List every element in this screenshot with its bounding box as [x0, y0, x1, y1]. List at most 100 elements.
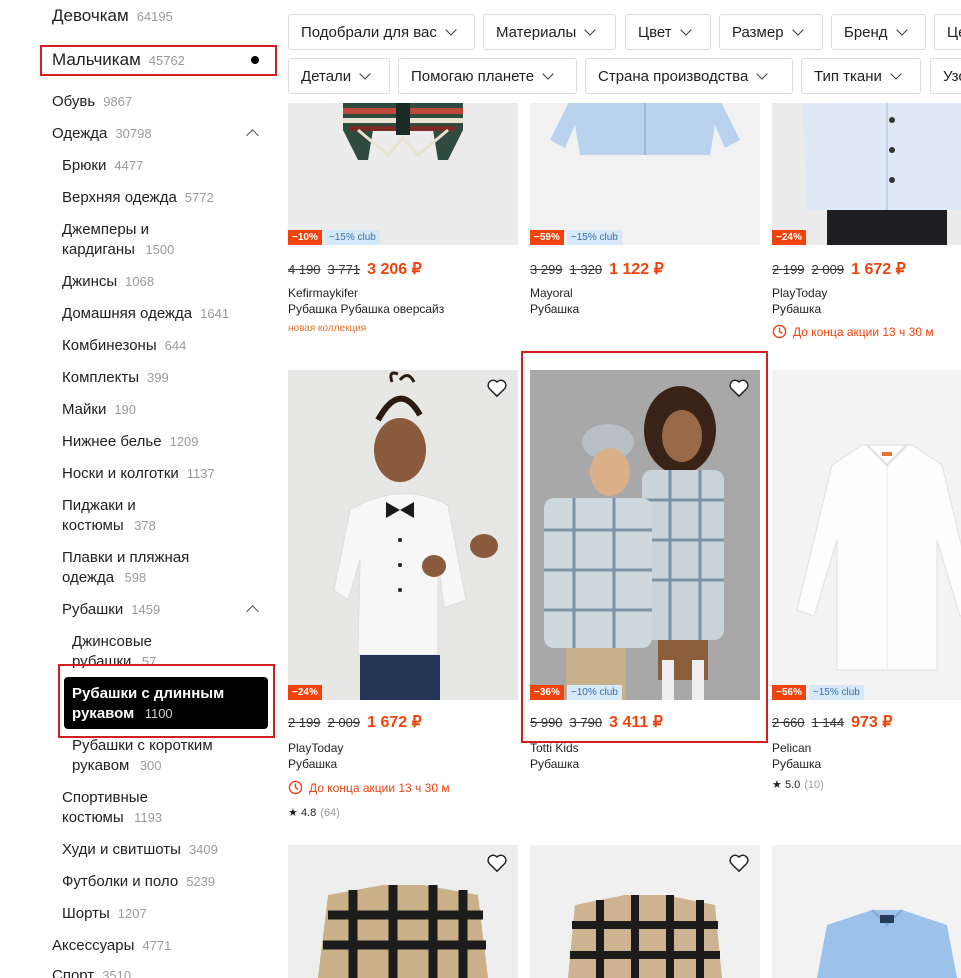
new-collection-label: новая коллекция	[288, 323, 367, 334]
category-underwear[interactable]: Нижнее белье 1209	[62, 433, 198, 450]
product-brand[interactable]: Pelican	[772, 741, 811, 755]
product-brand[interactable]: Mayoral	[530, 286, 573, 300]
category-sets[interactable]: Комплекты 399	[62, 369, 169, 386]
category-shoes[interactable]: Обувь 9867	[52, 93, 132, 110]
chevron-down-icon	[359, 68, 371, 80]
category-sport-suits[interactable]: Спортивные костюмы 1193	[62, 788, 182, 828]
heart-icon[interactable]	[486, 853, 508, 873]
old-price: 2 009	[327, 715, 361, 730]
product-image[interactable]: −36% −10% club	[530, 370, 760, 700]
filter-chip-eco[interactable]: Помогаю планете	[398, 58, 577, 94]
category-label: Нижнее белье	[62, 433, 162, 450]
product-image[interactable]: −10% −15% club	[288, 100, 518, 245]
category-accessories[interactable]: Аксессуары 4771	[52, 937, 171, 954]
category-girls[interactable]: Девочкам 64195	[52, 6, 173, 26]
category-denim-shirts[interactable]: Джинсовые рубашки 57	[72, 632, 182, 668]
filter-chip-recommended[interactable]: Подобрали для вас	[288, 14, 475, 50]
category-outerwear[interactable]: Верхняя одежда 5772	[62, 189, 214, 206]
product-title[interactable]: Рубашка	[530, 302, 579, 316]
heart-icon[interactable]	[728, 853, 750, 873]
discount-badge: −59%	[530, 230, 564, 245]
product-card[interactable]: −36% −10% club 5 990 3 790 3 411 ₽ Totti…	[530, 370, 760, 790]
product-card[interactable]: −24% 2 199 2 009 1 672 ₽ PlayToday Рубаш…	[288, 370, 518, 830]
filter-chip-materials[interactable]: Материалы	[483, 14, 616, 50]
chevron-up-icon[interactable]	[246, 605, 259, 618]
category-label: Домашняя одежда	[62, 305, 193, 322]
filter-chip-country[interactable]: Страна производства	[585, 58, 793, 94]
category-count: 300	[139, 758, 162, 773]
product-brand[interactable]: Kefirmaykifer	[288, 286, 358, 300]
category-count: 5239	[186, 874, 216, 889]
review-count: (10)	[804, 779, 824, 791]
club-badge: −10% club	[566, 685, 622, 700]
product-image[interactable]: −56% −15% club	[772, 370, 961, 700]
product-title[interactable]: Рубашка Рубашка оверсайз	[288, 302, 444, 316]
category-tees-polo[interactable]: Футболки и поло 5239	[62, 873, 215, 890]
product-title[interactable]: Рубашка	[772, 757, 821, 771]
category-sport[interactable]: Спорт 3510	[52, 967, 131, 978]
filter-chip-pattern[interactable]: Узо	[930, 58, 961, 94]
heart-icon[interactable]	[728, 378, 750, 398]
product-card[interactable]: −24% 2 199 2 009 1 672 ₽ PlayToday Рубаш…	[772, 100, 961, 340]
current-price: 3 411 ₽	[609, 714, 663, 731]
filter-chip-fabric[interactable]: Тип ткани	[801, 58, 921, 94]
category-homewear[interactable]: Домашняя одежда 1641	[62, 305, 229, 322]
product-image[interactable]	[288, 845, 518, 978]
chevron-up-icon[interactable]	[246, 129, 259, 142]
category-jeans[interactable]: Джинсы 1068	[62, 273, 154, 290]
product-card[interactable]	[530, 845, 760, 978]
category-label: Комплекты	[62, 369, 139, 386]
product-title[interactable]: Рубашка	[288, 757, 337, 771]
category-swimwear[interactable]: Плавки и пляжная одежда 598	[62, 548, 212, 588]
product-card[interactable]: −10% −15% club 4 190 3 771 3 206 ₽ Kefir…	[288, 100, 518, 340]
product-image[interactable]: −24%	[288, 370, 518, 700]
category-label: Джинсы	[62, 273, 118, 290]
product-brand[interactable]: PlayToday	[772, 286, 827, 300]
product-card[interactable]	[288, 845, 518, 978]
product-card[interactable]: −56% −15% club 2 660 1 144 973 ₽ Pelican…	[772, 370, 961, 810]
category-tank-tops[interactable]: Майки 190	[62, 401, 136, 418]
category-label: Верхняя одежда	[62, 189, 177, 206]
product-title[interactable]: Рубашка	[772, 302, 821, 316]
category-shorts[interactable]: Шорты 1207	[62, 905, 147, 922]
product-image[interactable]	[772, 845, 961, 978]
product-brand[interactable]: Totti Kids	[530, 741, 579, 755]
product-image[interactable]: −24%	[772, 100, 961, 245]
category-long-sleeve-shirts-active[interactable]: Рубашки с длинным рукавом 1100	[64, 677, 268, 729]
product-title[interactable]: Рубашка	[530, 757, 579, 771]
current-price: 1 672 ₽	[851, 261, 906, 278]
product-image[interactable]: −59% −15% club	[530, 100, 760, 245]
kids-plaid-shirt-photo	[530, 370, 760, 700]
product-brand[interactable]: PlayToday	[288, 741, 343, 755]
product-card[interactable]: −59% −15% club 3 299 1 320 1 122 ₽ Mayor…	[530, 100, 760, 340]
promo-timer: До конца акции 13 ч 30 м	[288, 780, 450, 795]
category-suits[interactable]: Пиджаки и костюмы 378	[62, 496, 172, 536]
category-boys[interactable]: Мальчикам 45762	[52, 50, 185, 70]
product-image[interactable]	[530, 845, 760, 978]
category-pants[interactable]: Брюки 4477	[62, 157, 143, 174]
category-shirts[interactable]: Рубашки 1459	[62, 601, 160, 618]
category-count: 1207	[117, 906, 147, 921]
chevron-down-icon	[542, 68, 554, 80]
filter-chip-size[interactable]: Размер	[719, 14, 823, 50]
promo-timer: До конца акции 13 ч 30 м	[772, 324, 934, 339]
category-count: 598	[124, 570, 147, 585]
category-count: 1068	[125, 274, 155, 289]
filter-chip-price[interactable]: Це	[934, 14, 961, 50]
category-jumpers[interactable]: Джемперы и кардиганы 1500	[62, 220, 182, 260]
filter-chip-color[interactable]: Цвет	[625, 14, 711, 50]
category-label: Майки	[62, 401, 107, 418]
price-row: 4 190 3 771 3 206 ₽	[288, 259, 422, 279]
filter-chip-brand[interactable]: Бренд	[831, 14, 926, 50]
category-hoodies[interactable]: Худи и свитшоты 3409	[62, 841, 218, 858]
product-card[interactable]	[772, 845, 961, 978]
filter-chip-label: Материалы	[496, 23, 577, 41]
category-clothes[interactable]: Одежда 30798	[52, 125, 152, 142]
category-overalls[interactable]: Комбинезоны 644	[62, 337, 186, 354]
shirt-photo	[802, 100, 961, 245]
category-short-sleeve-shirts[interactable]: Рубашки с коротким рукавом 300	[72, 736, 242, 776]
heart-icon[interactable]	[486, 378, 508, 398]
filter-chip-details[interactable]: Детали	[288, 58, 390, 94]
category-socks[interactable]: Носки и колготки 1137	[62, 465, 215, 482]
discount-badges: −36% −10% club	[530, 685, 622, 700]
